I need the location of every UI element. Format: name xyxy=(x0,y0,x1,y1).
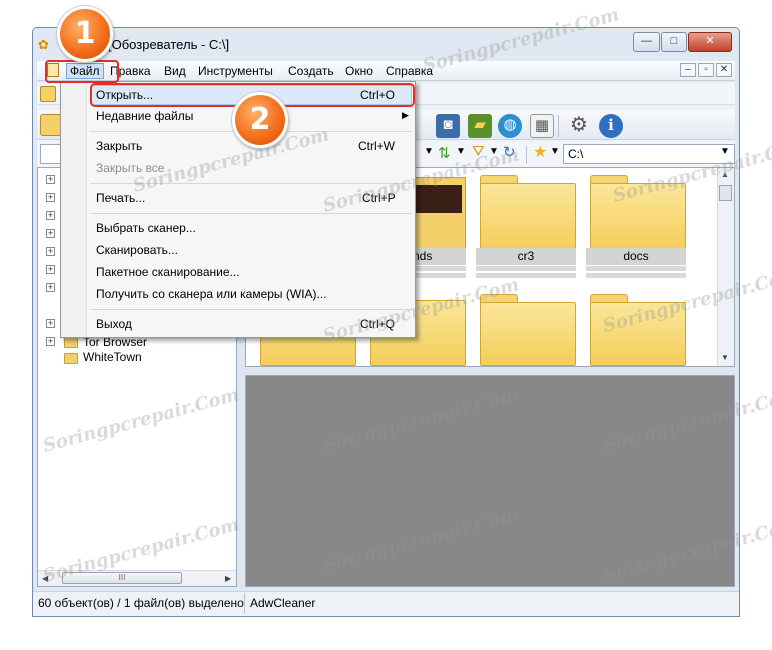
tree-expander[interactable]: + xyxy=(46,265,55,274)
menu-separator xyxy=(90,213,412,214)
scroll-down-icon[interactable]: ▼ xyxy=(721,353,729,362)
folder-icon xyxy=(64,353,78,364)
view-selector[interactable] xyxy=(40,144,62,164)
menu-item-exit[interactable]: Выход xyxy=(96,317,132,331)
tree-expander[interactable]: + xyxy=(46,283,55,292)
dropdown-arrow-icon[interactable]: ▼ xyxy=(424,146,434,157)
file-info-line xyxy=(586,266,686,271)
menu-separator xyxy=(90,309,412,310)
scrollbar-thumb[interactable] xyxy=(719,185,732,201)
dropdown-arrow-icon[interactable]: ▼ xyxy=(550,146,560,157)
menu-item-recent-files[interactable]: Недавние файлы xyxy=(96,109,193,123)
menu-item-acquire-wia[interactable]: Получить со сканера или камеры (WIA)... xyxy=(96,287,327,301)
tree-expander[interactable]: + xyxy=(46,229,55,238)
info-icon[interactable]: i xyxy=(599,114,623,138)
globe-icon[interactable]: ◍ xyxy=(498,114,522,138)
tree-expander[interactable]: + xyxy=(46,319,55,328)
grid-icon[interactable]: ▦ xyxy=(530,114,554,138)
file-info-line xyxy=(476,273,576,278)
menu-view[interactable]: Вид xyxy=(164,64,186,78)
status-current-file: AdwCleaner xyxy=(250,596,316,610)
status-selection-count: 60 объект(ов) / 1 файл(ов) выделено xyxy=(38,596,244,610)
tree-expander[interactable]: + xyxy=(46,247,55,256)
horizontal-splitter[interactable] xyxy=(245,367,735,375)
menu-icon-strip xyxy=(61,82,87,337)
folder-icon xyxy=(64,337,78,348)
menu-create[interactable]: Создать xyxy=(288,64,334,78)
mdi-restore-button[interactable]: ▫ xyxy=(698,63,714,77)
file-info-line xyxy=(476,266,576,271)
mdi-close-button[interactable]: ✕ xyxy=(716,63,732,77)
monitor-icon[interactable]: ▰ xyxy=(468,114,492,138)
menu-tools[interactable]: Инструменты xyxy=(198,64,273,78)
maximize-button[interactable]: □ xyxy=(661,32,687,52)
minimize-button[interactable]: — xyxy=(633,32,660,52)
favorites-star-icon[interactable]: ★ xyxy=(533,142,547,162)
file-info-line xyxy=(586,273,686,278)
window-title: [Обозреватель - C:\] xyxy=(108,37,230,52)
close-button[interactable]: ✕ xyxy=(688,32,732,52)
camera-icon[interactable]: ◙ xyxy=(436,114,460,138)
menu-item-select-scanner[interactable]: Выбрать сканер... xyxy=(96,221,196,235)
folder-icon[interactable] xyxy=(480,183,576,251)
shortcut-close: Ctrl+W xyxy=(358,139,395,153)
folder-tab-icon[interactable] xyxy=(40,86,56,102)
menu-window[interactable]: Окно xyxy=(345,64,373,78)
tree-expander[interactable]: + xyxy=(46,175,55,184)
step-badge-1: 1 xyxy=(57,6,113,62)
highlight-box-file-menu xyxy=(45,60,119,83)
tree-expander[interactable]: + xyxy=(46,211,55,220)
file-name-label[interactable]: cr3 xyxy=(476,248,576,265)
dropdown-arrow-icon[interactable]: ▼ xyxy=(456,146,466,157)
tree-expander[interactable]: + xyxy=(46,337,55,346)
browse-icon[interactable] xyxy=(40,114,62,136)
menu-item-batch-scan[interactable]: Пакетное сканирование... xyxy=(96,265,240,279)
menu-item-close[interactable]: Закрыть xyxy=(96,139,142,153)
status-separator xyxy=(244,593,245,613)
toolbar-separator xyxy=(558,115,559,137)
submenu-arrow-icon: ▶ xyxy=(402,110,409,120)
settings-icon[interactable]: ⚙ xyxy=(567,114,591,138)
tree-expander[interactable]: + xyxy=(46,193,55,202)
menu-item-scan[interactable]: Сканировать... xyxy=(96,243,178,257)
refresh-arrows-icon[interactable]: ⇅ xyxy=(438,144,451,162)
toolbar-separator xyxy=(526,146,527,164)
file-name-label[interactable]: docs xyxy=(586,248,686,265)
scroll-right-icon[interactable]: ▶ xyxy=(225,574,231,583)
mdi-minimize-button[interactable]: – xyxy=(680,63,696,77)
app-logo-icon: ✿ xyxy=(38,37,49,52)
folder-icon[interactable] xyxy=(480,302,576,366)
step-badge-2: 2 xyxy=(232,92,288,148)
tree-item-whitetown[interactable]: WhiteTown xyxy=(83,350,142,364)
